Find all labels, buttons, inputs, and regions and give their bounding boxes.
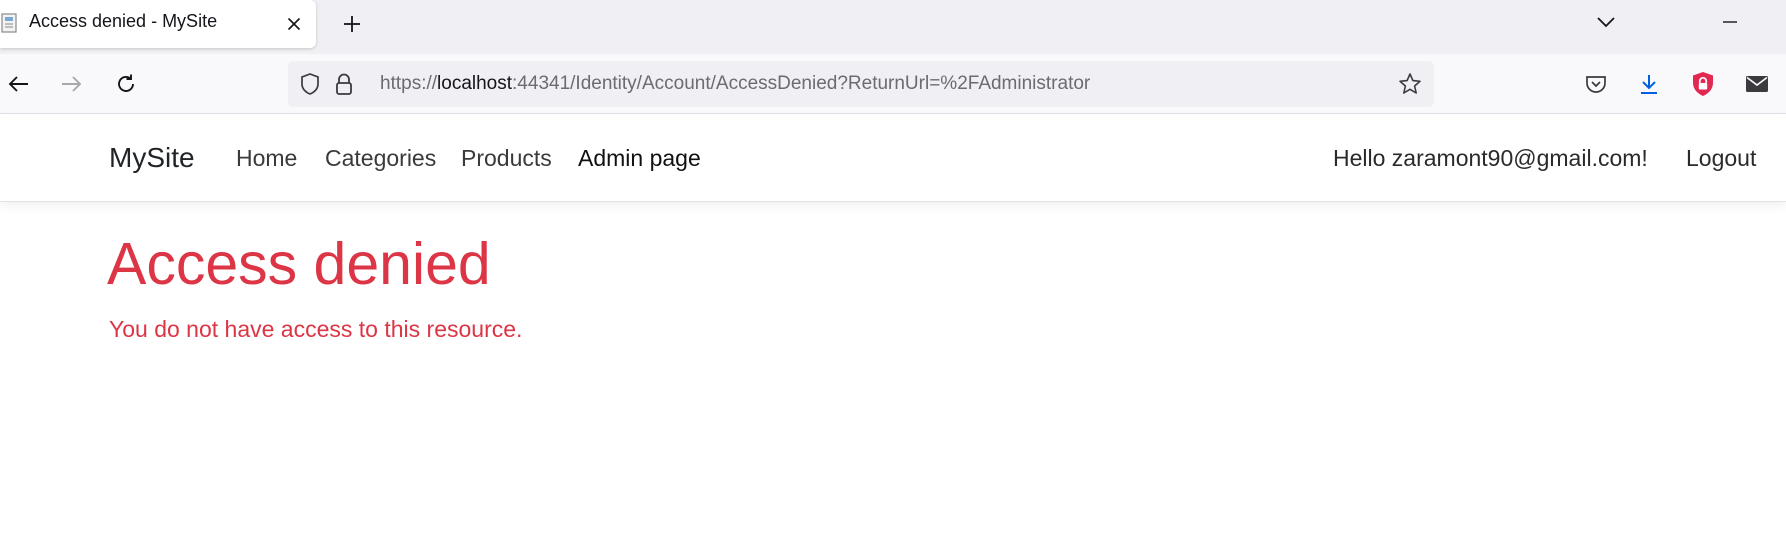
url-text[interactable]: https://localhost:44341/Identity/Account… [380,73,1090,95]
arrow-left-icon[interactable] [0,66,36,102]
page-title: Access denied [107,231,491,297]
browser-toolbar: https://localhost:44341/Identity/Account… [0,54,1786,114]
tab-title: Access denied - MySite [29,11,218,31]
pocket-icon[interactable] [1578,66,1614,102]
lock-icon[interactable] [332,72,356,96]
site-header: MySite Home Categories Products Admin pa… [0,115,1786,202]
url-path: :44341/Identity/Account/AccessDenied?Ret… [512,73,1091,94]
url-bar[interactable]: https://localhost:44341/Identity/Account… [288,61,1434,107]
star-icon[interactable] [1398,72,1422,96]
url-scheme: https:// [380,73,438,94]
nav-link-admin-page[interactable]: Admin page [578,145,701,172]
arrow-right-icon[interactable] [54,66,90,102]
chevron-down-icon[interactable] [1590,6,1622,38]
close-icon[interactable] [282,12,306,36]
reload-icon[interactable] [108,66,144,102]
browser-tab-active[interactable]: Access denied - MySite [0,0,316,48]
site-brand-link[interactable]: MySite [109,142,195,174]
logout-button[interactable]: Logout [1686,145,1756,172]
download-icon[interactable] [1631,66,1667,102]
url-host: localhost [437,73,513,94]
extension-shield-icon[interactable] [1685,66,1721,102]
access-denied-message: You do not have access to this resource. [109,316,523,342]
nav-link-products[interactable]: Products [461,145,552,172]
page-favicon-icon [0,13,20,35]
user-greeting-link[interactable]: Hello zaramont90@gmail.com! [1333,145,1648,172]
nav-link-home[interactable]: Home [236,145,297,172]
tracking-shield-icon[interactable] [298,72,322,96]
plus-icon[interactable] [336,8,368,40]
nav-link-categories[interactable]: Categories [325,145,436,172]
mail-icon[interactable] [1739,66,1775,102]
browser-tab-strip: Access denied - MySite [0,0,1786,54]
minimize-icon[interactable] [1714,6,1746,38]
